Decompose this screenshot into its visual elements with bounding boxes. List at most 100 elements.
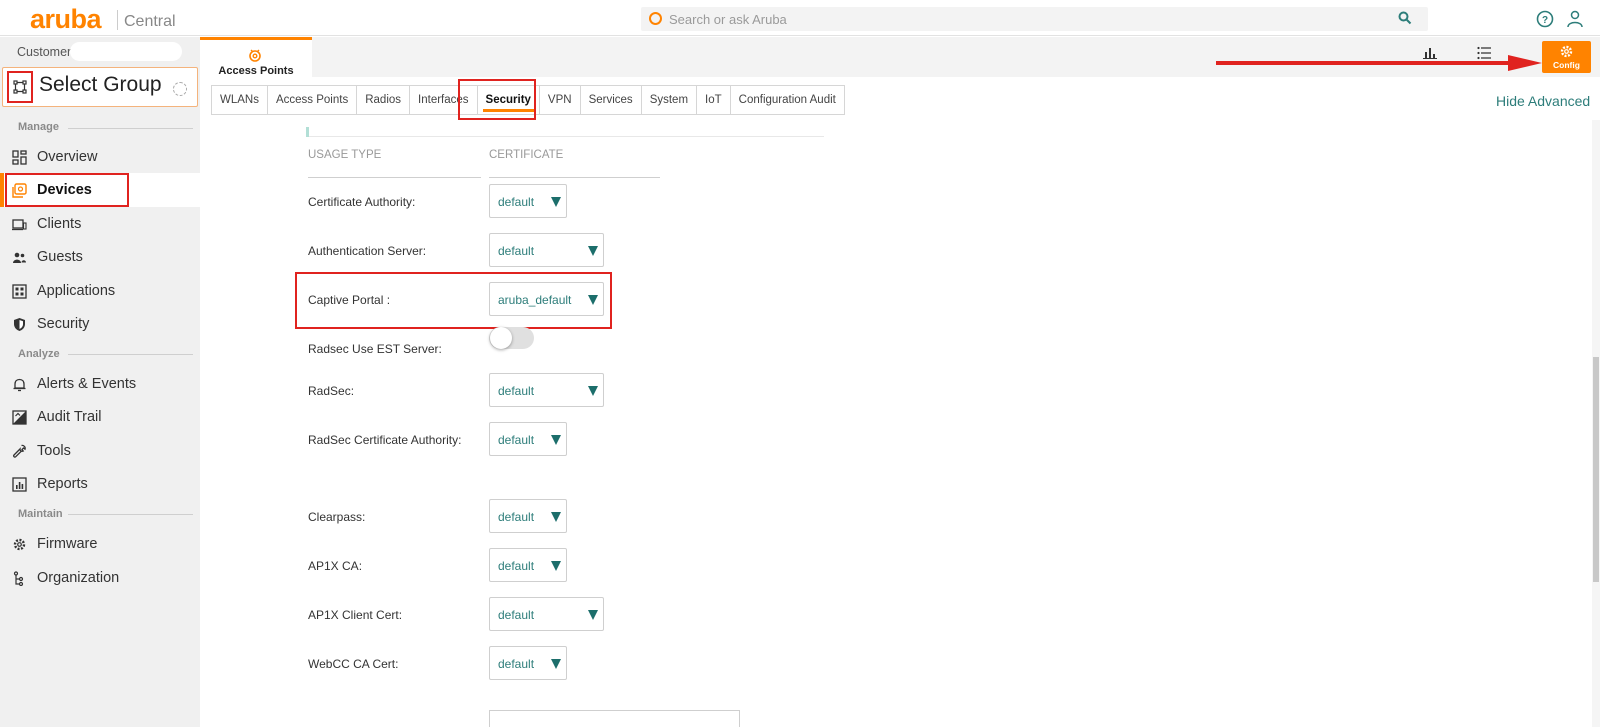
config-label: Config <box>1553 60 1580 70</box>
select-value: aruba_default <box>498 293 572 307</box>
active-indicator <box>0 173 4 207</box>
row-label-authentication-server: Authentication Server: <box>308 244 427 258</box>
select-group-label: Select Group <box>39 73 162 96</box>
product-name: Central <box>124 13 176 30</box>
ap1x-client-cert-select[interactable]: default <box>489 597 604 631</box>
search-icon[interactable] <box>1398 11 1412 25</box>
tab-iot[interactable]: IoT <box>697 86 731 114</box>
clearpass-select[interactable]: default <box>489 499 567 533</box>
caret-down-icon <box>551 435 561 445</box>
column-header-usage-type: USAGE TYPE <box>308 149 382 161</box>
row-label-captive-portal: Captive Portal : <box>308 293 391 307</box>
access-points-label: Access Points <box>218 65 294 77</box>
row-label-certificate-authority: Certificate Authority: <box>308 195 416 209</box>
sidebar-item-guests[interactable]: Guests <box>0 240 200 274</box>
tab-wlans[interactable]: WLANs <box>212 86 268 114</box>
bell-icon <box>13 378 26 392</box>
section-header-strip <box>306 127 824 137</box>
row-label-clearpass: Clearpass: <box>308 510 366 524</box>
sidebar-item-overview[interactable]: Overview <box>0 140 200 174</box>
wrench-icon <box>13 444 26 458</box>
tab-vpn[interactable]: VPN <box>540 86 581 114</box>
radsec-certificate-authority-select[interactable]: default <box>489 422 567 456</box>
logo-divider <box>117 10 118 30</box>
tab-system[interactable]: System <box>642 86 698 114</box>
caret-down-icon <box>551 659 561 669</box>
aruba-search-icon <box>649 12 662 25</box>
sidebar-item-reports[interactable]: Reports <box>0 467 200 501</box>
loading-icon <box>173 82 187 96</box>
search-input[interactable] <box>669 10 1369 28</box>
caret-down-icon <box>551 561 561 571</box>
tab-services[interactable]: Services <box>581 86 642 114</box>
scrollbar-thumb[interactable] <box>1593 357 1599 582</box>
toggle-knob <box>490 327 512 349</box>
divider <box>68 354 193 355</box>
partially-visible-field[interactable] <box>489 710 740 727</box>
sidebar-item-devices[interactable]: Devices <box>0 173 200 207</box>
row-label-ap1x-ca: AP1X CA: <box>308 559 363 573</box>
access-point-icon <box>249 49 261 62</box>
sidebar-item-label: Clients <box>37 216 82 232</box>
tab-configuration-audit[interactable]: Configuration Audit <box>731 86 844 114</box>
radsec-est-toggle[interactable] <box>489 327 534 349</box>
sidebar-item-firmware[interactable]: Firmware <box>0 527 200 561</box>
sidebar-item-label: Overview <box>37 149 98 165</box>
help-icon[interactable]: ? <box>1536 10 1554 28</box>
group-icon <box>13 80 27 94</box>
select-value: default <box>498 559 535 573</box>
customer-selector[interactable]: Customer <box>0 39 200 63</box>
caret-down-icon <box>588 386 598 396</box>
tab-radios[interactable]: Radios <box>357 86 411 114</box>
sidebar-item-audit-trail[interactable]: Audit Trail <box>0 400 200 434</box>
people-icon <box>13 252 26 263</box>
sidebar-item-label: Alerts & Events <box>37 376 137 392</box>
sidebar-item-security[interactable]: Security <box>0 307 200 341</box>
red-arrow-annotation <box>1216 55 1542 71</box>
authentication-server-select[interactable]: default <box>489 233 604 267</box>
sidebar-item-label: Applications <box>37 283 116 299</box>
sub-header: Access Points Config <box>200 37 1600 77</box>
sidebar: Customer Select Group Manage Overview De… <box>0 37 200 727</box>
hide-advanced-link[interactable]: Hide Advanced <box>1496 93 1590 109</box>
user-icon[interactable] <box>1566 10 1584 28</box>
sidebar-item-clients[interactable]: Clients <box>0 207 200 241</box>
tab-access-points[interactable]: Access Points <box>200 37 312 77</box>
webcc-ca-cert-select[interactable]: default <box>489 646 567 680</box>
row-label-webcc-ca-cert: WebCC CA Cert: <box>308 657 399 671</box>
select-value: default <box>498 657 535 671</box>
select-value: default <box>498 384 535 398</box>
sidebar-item-applications[interactable]: Applications <box>0 274 200 308</box>
config-button[interactable]: Config <box>1542 41 1591 73</box>
sidebar-item-alerts[interactable]: Alerts & Events <box>0 367 200 401</box>
tab-access-points-config[interactable]: Access Points <box>268 86 358 114</box>
section-maintain: Maintain <box>18 508 63 520</box>
sidebar-item-label: Guests <box>37 249 83 265</box>
strip-marker <box>306 127 309 137</box>
main-content: Access Points Config WLANs Access Points… <box>200 37 1600 727</box>
row-label-radsec-certificate-authority: RadSec Certificate Authority: <box>308 433 462 447</box>
row-label-ap1x-client-cert: AP1X Client Cert: <box>308 608 403 622</box>
divider <box>68 128 193 129</box>
group-selector[interactable]: Select Group <box>2 67 198 107</box>
section-analyze: Analyze <box>18 348 60 360</box>
certificate-authority-select[interactable]: default <box>489 184 567 218</box>
sidebar-item-organization[interactable]: Organization <box>0 561 200 595</box>
sidebar-item-tools[interactable]: Tools <box>0 434 200 468</box>
customer-value[interactable] <box>70 42 182 61</box>
apps-icon <box>12 284 27 299</box>
row-label-radsec: RadSec: <box>308 384 355 398</box>
gear-icon <box>13 538 26 551</box>
caret-down-icon <box>588 246 598 256</box>
radsec-select[interactable]: default <box>489 373 604 407</box>
devices-icon <box>12 183 27 198</box>
sidebar-item-label: Firmware <box>37 536 98 552</box>
search-bar[interactable] <box>641 7 1428 31</box>
report-icon <box>12 477 27 492</box>
caret-down-icon <box>588 295 598 305</box>
sidebar-item-label: Tools <box>37 443 71 459</box>
ap1x-ca-select[interactable]: default <box>489 548 567 582</box>
aruba-logo[interactable]: aruba <box>30 6 102 33</box>
group-icon-highlight <box>7 71 33 103</box>
captive-portal-select[interactable]: aruba_default <box>489 282 604 316</box>
